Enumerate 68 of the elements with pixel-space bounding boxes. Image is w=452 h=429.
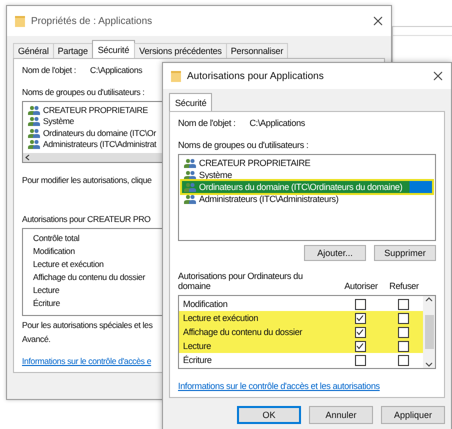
- checkbox[interactable]: [354, 312, 366, 324]
- column-header: Autoriser: [343, 281, 379, 292]
- tab[interactable]: Versions précédentes: [134, 43, 227, 58]
- tab[interactable]: Partage: [52, 43, 93, 58]
- list-item[interactable]: Système: [43, 116, 74, 126]
- field-label: Nom de l'objet :: [178, 118, 236, 128]
- checkbox[interactable]: [354, 354, 366, 366]
- tab[interactable]: Personnaliser: [226, 43, 288, 58]
- field-label: Autorisations pour CREATEUR PRO: [22, 214, 150, 224]
- users-icon: [184, 182, 196, 192]
- checkbox[interactable]: [398, 340, 408, 352]
- close-icon: [433, 71, 443, 81]
- list-item[interactable]: Administrateurs (ITC\Administrateurs): [182, 193, 432, 205]
- column-header: Refuser: [388, 281, 420, 292]
- hint-text: Pour les autorisations spéciales et les: [22, 320, 153, 330]
- hint-text: Pour modifier les autorisations, clique: [22, 174, 152, 185]
- list-item[interactable]: Ordinateurs du domaine (ITC\Or: [43, 128, 156, 138]
- users-icon: [184, 158, 196, 168]
- button[interactable]: Supprimer: [374, 245, 436, 262]
- tab[interactable]: Sécurité: [169, 93, 212, 111]
- close-icon: [373, 16, 383, 26]
- permission-name: Écriture: [183, 355, 213, 366]
- list-item[interactable]: CREATEUR PROPRIETAIRE: [43, 104, 148, 115]
- field-label: Noms de groupes ou d'utilisateurs :: [22, 87, 144, 97]
- permission-name: Modification: [183, 299, 228, 310]
- list-item: Lecture: [33, 284, 60, 297]
- button[interactable]: OK: [237, 406, 301, 424]
- field-label: Nom de l'objet :: [22, 65, 76, 75]
- link[interactable]: Informations sur le contrôle d'accès e: [22, 356, 152, 366]
- permission-name: Lecture: [183, 341, 212, 352]
- button[interactable]: Annuler: [309, 406, 373, 424]
- tab[interactable]: Général: [13, 43, 54, 58]
- list-item[interactable]: CREATEUR PROPRIETAIRE: [182, 157, 432, 169]
- permission-name: Lecture et exécution: [183, 313, 260, 324]
- list-item[interactable]: Administrateurs (ITC\Administrat: [43, 139, 156, 150]
- link[interactable]: Informations sur le contrôle d'accès et les autorisations: [178, 381, 436, 391]
- field-value: C:\Applications: [90, 65, 142, 75]
- list-item: Écriture: [33, 296, 61, 310]
- users-icon: [28, 139, 40, 150]
- window-title: Autorisations pour Applications: [187, 70, 325, 82]
- checkbox[interactable]: [354, 326, 366, 338]
- users-icon: [28, 128, 40, 138]
- permission-name: Affichage du contenu du dossier: [183, 327, 304, 338]
- checkbox[interactable]: [398, 312, 408, 324]
- scrollbar-thumb: [424, 315, 434, 350]
- checkbox[interactable]: [354, 340, 366, 352]
- checkbox[interactable]: [354, 298, 366, 310]
- checkbox[interactable]: [398, 354, 408, 366]
- window-title: Propriétés de : Applications: [31, 16, 154, 26]
- folder-icon: [15, 15, 25, 27]
- button[interactable]: Ajouter...: [304, 245, 366, 262]
- field-value: C:\Applications: [249, 118, 305, 128]
- list-item: Modification: [33, 244, 76, 258]
- users-icon: [184, 194, 196, 204]
- list-item[interactable]: Ordinateurs du domaine (ITC\Ordinateurs du domaine): [182, 181, 432, 193]
- checkbox[interactable]: [398, 326, 408, 338]
- list-item: Contrôle total: [33, 232, 80, 245]
- tab[interactable]: Sécurité: [92, 40, 136, 58]
- users-icon: [28, 104, 40, 115]
- field-label: Autorisations pour Ordinateurs du domaine: [178, 271, 304, 292]
- users-icon: [28, 116, 40, 126]
- button[interactable]: Appliquer: [381, 406, 445, 424]
- folder-icon: [171, 70, 181, 82]
- hint-text: Avancé.: [22, 334, 50, 344]
- checkbox[interactable]: [398, 298, 408, 310]
- list-item: Lecture et exécution: [33, 258, 105, 271]
- field-label: Noms de groupes ou d'utilisateurs :: [178, 140, 310, 150]
- list-item: Affichage du contenu du dossier: [33, 270, 146, 284]
